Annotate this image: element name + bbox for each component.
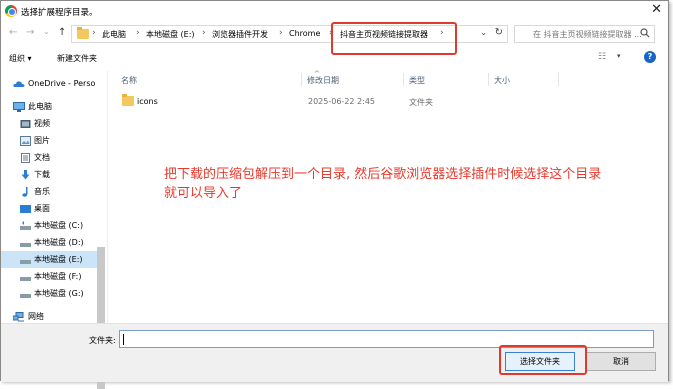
back-button[interactable]: ←	[9, 27, 17, 39]
help-icon[interactable]: ?	[644, 51, 656, 63]
file-row[interactable]: icons 2025-06-22 2:45 文件夹	[115, 93, 655, 109]
close-button[interactable]: ✕	[651, 3, 662, 17]
breadcrumb-drive-e[interactable]: 本地磁盘 (E:)	[146, 29, 195, 40]
breadcrumb-plugin-dev[interactable]: 浏览器插件开发	[212, 29, 268, 40]
folder-icon	[77, 27, 89, 39]
column-header-date[interactable]: 修改日期	[307, 75, 339, 86]
column-header-type[interactable]: 类型	[409, 75, 425, 86]
sidebar-item-drive-g[interactable]: 本地磁盘 (G:)	[1, 285, 101, 302]
refresh-button[interactable]: ↻	[495, 27, 503, 38]
sidebar-item-drive-c[interactable]: 本地磁盘 (C:)	[1, 217, 101, 234]
column-header-size[interactable]: 大小	[494, 75, 510, 86]
documents-icon	[20, 152, 31, 163]
computer-icon	[13, 101, 25, 112]
column-header-row: 名称 ^ 修改日期 类型 大小	[108, 70, 668, 87]
sidebar-item-desktop[interactable]: 桌面	[1, 200, 101, 217]
instruction-annotation: 把下载的压缩包解压到一个目录, 然后谷歌浏览器选择插件时候选择这个目录就可以导入…	[164, 167, 602, 201]
breadcrumb-separator: ›	[92, 28, 96, 38]
view-options-icon[interactable]: ☷	[598, 52, 606, 62]
file-type: 文件夹	[409, 98, 433, 107]
drive-icon	[20, 288, 31, 298]
sidebar-item-drive-e[interactable]: 本地磁盘 (E:)	[1, 251, 101, 268]
recent-locations-button[interactable]: ⌄	[43, 26, 50, 38]
current-folder-highlight	[331, 22, 457, 55]
text-caret	[123, 334, 124, 345]
drive-icon	[20, 271, 31, 281]
folder-picker-dialog: 选择扩展程序目录。 ✕ ← → ⌄ ↑ › 此电脑 › 本地磁盘 (E:) › …	[0, 0, 669, 389]
sidebar-item-documents[interactable]: 文档	[1, 149, 101, 166]
onedrive-icon	[13, 78, 25, 88]
drive-icon	[20, 220, 31, 230]
desktop-icon	[20, 203, 31, 213]
drive-icon	[20, 237, 31, 247]
column-header-name[interactable]: 名称	[121, 75, 137, 86]
column-divider[interactable]	[301, 73, 302, 86]
pane-splitter[interactable]	[107, 71, 108, 323]
file-date: 2025-06-22 2:45	[308, 97, 375, 106]
video-icon	[20, 118, 31, 128]
breadcrumb-separator: ›	[136, 28, 140, 38]
navigation-pane: OneDrive - Perso 此电脑 视频 图片 文档 下载 音乐 桌面 本…	[1, 71, 107, 389]
view-dropdown-button[interactable]: ▾	[617, 52, 621, 60]
breadcrumb-chrome[interactable]: Chrome	[289, 29, 320, 38]
folder-field-label: 文件夹:	[89, 336, 116, 345]
title-bar: 选择扩展程序目录。 ✕	[1, 1, 668, 21]
up-button[interactable]: ↑	[58, 27, 66, 39]
window-title: 选择扩展程序目录。	[21, 8, 98, 18]
select-button-highlight	[499, 345, 587, 375]
chrome-icon	[5, 5, 17, 17]
drive-icon	[20, 254, 31, 264]
sidebar-item-pictures[interactable]: 图片	[1, 132, 101, 149]
column-divider[interactable]	[488, 73, 489, 86]
breadcrumb-separator: ›	[202, 28, 206, 38]
sidebar-item-drive-d[interactable]: 本地磁盘 (D:)	[1, 234, 101, 251]
search-input[interactable]: 在 抖音主页视频链接提取器 ...	[514, 25, 655, 43]
file-name: icons	[137, 97, 158, 106]
sidebar-item-music[interactable]: 音乐	[1, 183, 101, 200]
search-icon	[640, 28, 650, 41]
address-dropdown-button[interactable]: ⌄	[480, 28, 487, 37]
music-icon	[20, 186, 31, 197]
forward-button[interactable]: →	[26, 27, 34, 39]
sidebar-item-this-pc[interactable]: 此电脑	[1, 98, 101, 115]
pictures-icon	[20, 135, 31, 146]
new-folder-button[interactable]: 新建文件夹	[57, 53, 97, 64]
cancel-button[interactable]: 取消	[586, 352, 656, 371]
network-icon	[12, 311, 24, 322]
sidebar-item-drive-f[interactable]: 本地磁盘 (F:)	[1, 268, 101, 285]
download-icon	[20, 169, 31, 180]
sidebar-item-onedrive[interactable]: OneDrive - Perso	[1, 75, 101, 92]
breadcrumb-separator: ›	[279, 28, 283, 38]
folder-icon	[122, 94, 134, 106]
sidebar-item-downloads[interactable]: 下载	[1, 166, 101, 183]
search-placeholder: 在 抖音主页视频链接提取器 ...	[533, 30, 642, 39]
column-divider[interactable]	[403, 73, 404, 86]
column-divider[interactable]	[558, 73, 559, 86]
organize-button[interactable]: 组织 ▾	[9, 53, 32, 64]
breadcrumb-this-pc[interactable]: 此电脑	[102, 29, 126, 40]
sidebar-item-videos[interactable]: 视频	[1, 115, 101, 132]
